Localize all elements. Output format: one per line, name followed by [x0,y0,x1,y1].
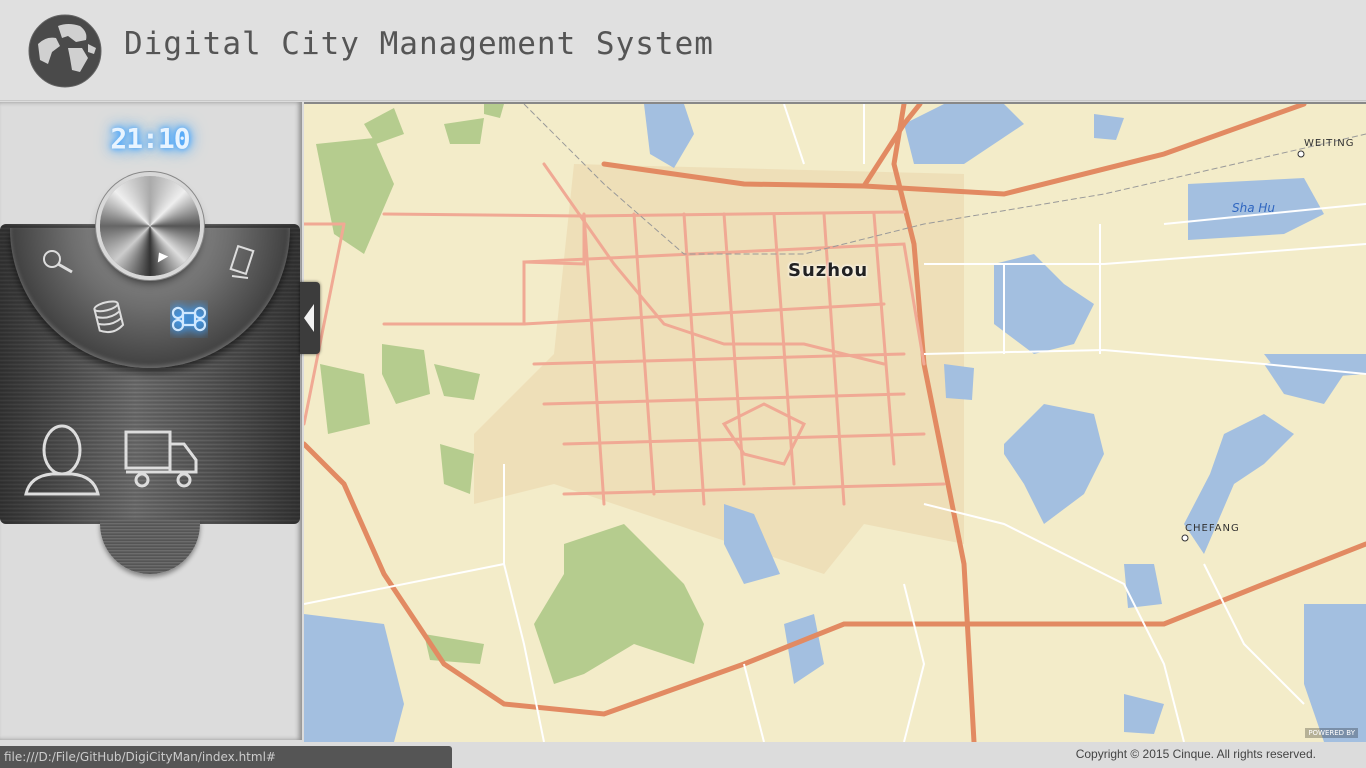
truck-icon[interactable] [122,428,202,492]
city-map[interactable]: Suzhou WEITING Sha Hu CHEFANG POWERED BY [304,102,1366,742]
powered-by-badge[interactable]: POWERED BY [1305,728,1358,738]
app-header: Digital City Management System [0,0,1366,101]
app-title: Digital City Management System [124,26,714,62]
database-icon[interactable] [92,298,126,338]
magnifier-icon[interactable] [38,246,78,276]
chefang-marker[interactable] [1181,534,1189,542]
globe-icon [28,14,102,88]
command-icon[interactable] [170,300,208,338]
browser-status-url: file:///D:/File/GitHub/DigiCityMan/index… [0,746,452,768]
map-label-city: Suzhou [788,260,869,281]
map-label-lake: Sha Hu [1232,201,1276,215]
map-label-town: CHEFANG [1185,523,1240,534]
map-canvas[interactable] [304,104,1366,742]
weiting-marker[interactable] [1297,150,1305,158]
person-icon[interactable] [22,420,102,500]
document-icon[interactable] [226,244,260,282]
map-label-town: WEITING [1304,138,1355,149]
dial-knob[interactable] [100,176,200,276]
panel-collapse-toggle[interactable] [300,282,320,354]
digital-clock: 21:10 [110,122,190,155]
copyright-text: Copyright © 2015 Cinque. All rights rese… [1075,747,1316,761]
chevron-left-icon [304,304,314,332]
footer: file:///D:/File/GitHub/DigiCityMan/index… [0,742,1366,768]
